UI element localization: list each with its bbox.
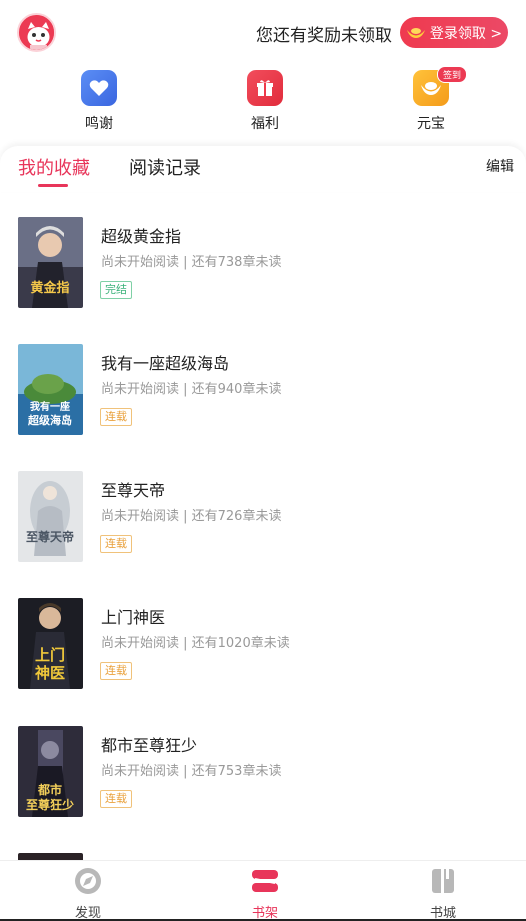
header: 您还有奖励未领取 登录领取 >: [0, 0, 526, 62]
list-item[interactable]: [0, 853, 526, 860]
bookshelf-icon: [251, 867, 279, 899]
book-cover: 黄金指: [18, 217, 83, 308]
book-icon: [429, 867, 457, 899]
list-item[interactable]: 我有一座 超级海岛 我有一座超级海岛 尚未开始阅读 | 还有940章未读 连载: [0, 344, 526, 440]
edit-button[interactable]: 编辑: [486, 156, 514, 176]
svg-text:超级海岛: 超级海岛: [27, 413, 72, 427]
heart-icon: [81, 70, 117, 106]
book-cover: 我有一座 超级海岛: [18, 344, 83, 435]
svg-text:我有一座: 我有一座: [30, 400, 70, 413]
tab-reading-history[interactable]: 阅读记录: [129, 154, 201, 180]
book-progress: 尚未开始阅读 | 还有726章未读: [101, 509, 282, 524]
tab-favorites[interactable]: 我的收藏: [18, 154, 90, 180]
login-claim-button[interactable]: 登录领取 >: [400, 17, 508, 48]
quick-item-label: 鸣谢: [85, 116, 113, 132]
book-title: 我有一座超级海岛: [101, 354, 230, 373]
svg-text:至尊天帝: 至尊天帝: [26, 529, 74, 544]
list-item[interactable]: 至尊天帝 至尊天帝 尚未开始阅读 | 还有726章未读 连载: [0, 471, 526, 567]
quick-item-label: 元宝: [417, 116, 445, 132]
sign-in-badge: 签到: [437, 66, 468, 83]
list-item[interactable]: 黄金指 超级黄金指 尚未开始阅读 | 还有738章未读 完结: [0, 217, 526, 313]
tab-active-indicator: [38, 184, 68, 187]
quick-item-ingot[interactable]: 签到 元宝: [391, 66, 471, 133]
book-progress: 尚未开始阅读 | 还有738章未读: [101, 255, 282, 270]
book-title: 至尊天帝: [101, 481, 166, 500]
nav-bookshelf[interactable]: 书架: [225, 867, 305, 921]
reward-text: 您还有奖励未领取: [256, 26, 392, 46]
ingot-icon: 签到: [413, 66, 468, 106]
svg-text:上门: 上门: [35, 646, 65, 664]
login-claim-label: 登录领取 >: [429, 25, 503, 42]
list-item[interactable]: 都市 至尊狂少 都市至尊狂少 尚未开始阅读 | 还有753章未读 连载: [0, 726, 526, 822]
book-title: 上门神医: [101, 608, 166, 627]
book-progress: 尚未开始阅读 | 还有1020章未读: [101, 636, 290, 651]
book-cover: 至尊天帝: [18, 471, 83, 562]
book-progress: 尚未开始阅读 | 还有753章未读: [101, 764, 282, 779]
list-item[interactable]: 上门 神医 上门神医 尚未开始阅读 | 还有1020章未读 连载: [0, 598, 526, 694]
quick-entries: 鸣谢 福利 签到 元宝: [0, 66, 526, 140]
status-badge: 连载: [100, 535, 132, 553]
book-cover: 上门 神医: [18, 598, 83, 689]
svg-text:神医: 神医: [35, 664, 65, 682]
status-badge: 连载: [100, 790, 132, 808]
status-badge: 连载: [100, 408, 132, 426]
nav-bookstore[interactable]: 书城: [403, 867, 483, 921]
svg-text:黄金指: 黄金指: [30, 280, 69, 296]
nav-discover[interactable]: 发现: [48, 867, 128, 921]
book-progress: 尚未开始阅读 | 还有940章未读: [101, 382, 282, 397]
status-badge: 完结: [100, 281, 132, 299]
quick-item-thanks[interactable]: 鸣谢: [59, 70, 139, 133]
ingot-icon: [406, 27, 426, 39]
bottom-nav: 发现 书架 书城: [0, 860, 526, 921]
quick-item-label: 福利: [251, 116, 279, 132]
book-title: 都市至尊狂少: [101, 736, 198, 755]
cat-mascot-icon[interactable]: [17, 13, 56, 52]
svg-text:都市: 都市: [37, 782, 62, 797]
book-title: 超级黄金指: [101, 227, 182, 246]
svg-text:至尊狂少: 至尊狂少: [26, 797, 74, 812]
quick-item-welfare[interactable]: 福利: [225, 70, 305, 133]
compass-icon: [74, 867, 102, 899]
shelf-tabs: 我的收藏 阅读记录 编辑: [0, 146, 526, 192]
book-cover: [18, 853, 83, 860]
gift-icon: [247, 70, 283, 106]
status-badge: 连载: [100, 662, 132, 680]
book-cover: 都市 至尊狂少: [18, 726, 83, 817]
